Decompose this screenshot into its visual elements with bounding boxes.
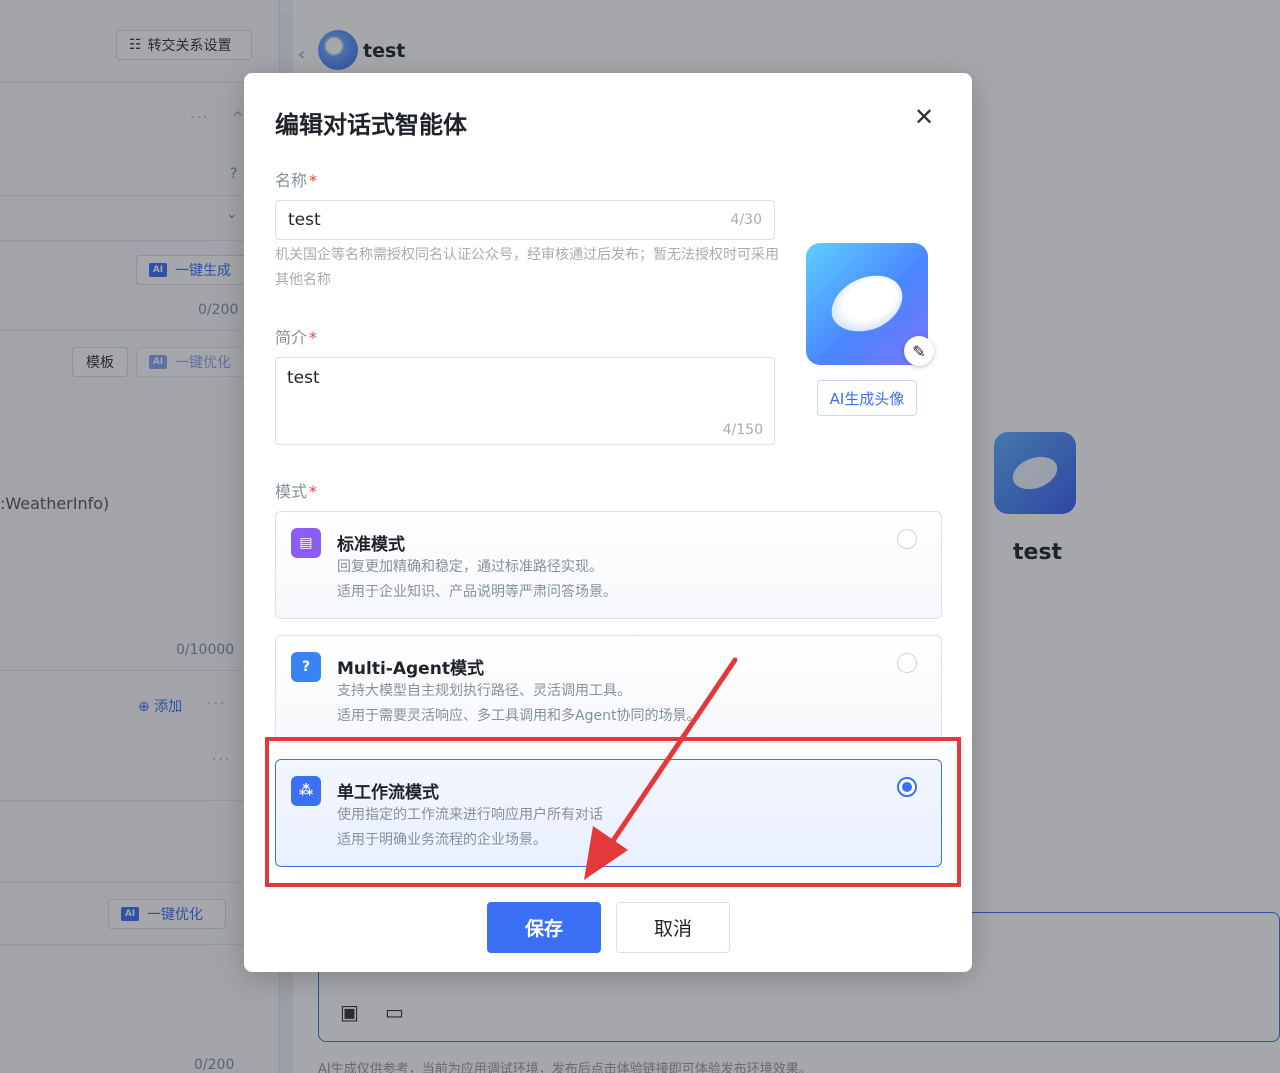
annotation-arrow <box>584 657 738 880</box>
